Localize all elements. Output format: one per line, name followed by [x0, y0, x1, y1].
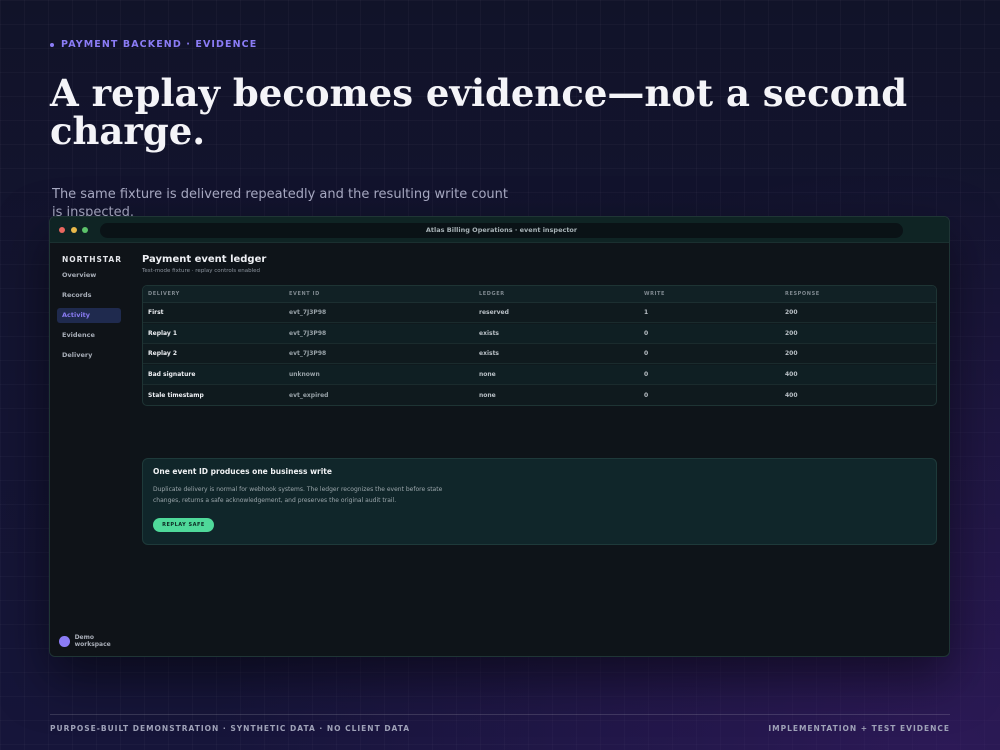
page-subtitle: Test-mode fixture · replay controls enab… — [142, 268, 261, 274]
app-window: Atlas Billing Operations · event inspect… — [49, 216, 950, 657]
sidebar-item-activity[interactable]: Activity — [57, 308, 121, 323]
maximize-window-button[interactable] — [82, 227, 88, 233]
cell-write: 0 — [644, 371, 649, 378]
page-title: Payment event ledger — [142, 254, 267, 265]
window-titlebar: Atlas Billing Operations · event inspect… — [50, 217, 949, 243]
cell-ledger: reserved — [479, 309, 509, 316]
footer-disclaimer: PURPOSE-BUILT DEMONSTRATION · SYNTHETIC … — [50, 724, 411, 733]
table-row[interactable]: Replay 1 evt_7J3P98 exists 0 200 — [143, 324, 936, 344]
callout-body: Duplicate delivery is normal for webhook… — [153, 486, 443, 504]
close-window-button[interactable] — [59, 227, 65, 233]
cell-ledger: exists — [479, 350, 500, 357]
cell-delivery: Stale timestamp — [148, 392, 204, 399]
replay-safe-badge: REPLAY SAFE — [153, 518, 214, 532]
table-row[interactable]: Replay 2 evt_7J3P98 exists 0 200 — [143, 344, 936, 364]
event-ledger-table: DELIVERY EVENT ID LEDGER WRITE RESPONSE … — [142, 285, 937, 406]
cell-delivery: Replay 1 — [148, 330, 178, 337]
eyebrow-dot — [50, 42, 54, 47]
cell-event-id: evt_7J3P98 — [289, 350, 327, 357]
workspace-switcher[interactable]: Demo workspace — [59, 634, 130, 648]
column-header-event-id[interactable]: EVENT ID — [289, 286, 320, 303]
brand-logo: NORTHSTAR — [62, 255, 122, 264]
cell-write: 0 — [644, 350, 649, 357]
evidence-callout: One event ID produces one business write… — [142, 458, 937, 545]
window-title-bar[interactable]: Atlas Billing Operations · event inspect… — [100, 223, 903, 238]
column-header-ledger[interactable]: LEDGER — [479, 286, 505, 303]
cell-write: 1 — [644, 309, 649, 316]
cell-delivery: First — [148, 309, 164, 316]
column-header-write[interactable]: WRITE — [644, 286, 665, 303]
sidebar: NORTHSTAR Overview Records Activity Evid… — [50, 243, 130, 656]
cell-event-id: evt_7J3P98 — [289, 330, 327, 337]
cell-delivery: Bad signature — [148, 371, 196, 378]
cell-response: 400 — [785, 371, 798, 378]
workspace-label: Demo workspace — [74, 634, 111, 648]
callout-title: One event ID produces one business write — [153, 467, 332, 476]
table-row[interactable]: Bad signature unknown none 0 400 — [143, 365, 936, 385]
cell-event-id: evt_expired — [289, 392, 329, 399]
sidebar-item-records[interactable]: Records — [57, 288, 121, 303]
cell-ledger: none — [479, 371, 496, 378]
column-header-delivery[interactable]: DELIVERY — [148, 286, 180, 303]
cell-write: 0 — [644, 330, 649, 337]
cell-event-id: evt_7J3P98 — [289, 309, 327, 316]
eyebrow-label: PAYMENT BACKEND · EVIDENCE — [61, 39, 258, 50]
table-row[interactable]: First evt_7J3P98 reserved 1 200 — [143, 303, 936, 323]
cell-ledger: exists — [479, 330, 500, 337]
cell-response: 200 — [785, 350, 798, 357]
minimize-window-button[interactable] — [71, 227, 77, 233]
cell-event-id: unknown — [289, 371, 320, 378]
sidebar-item-delivery[interactable]: Delivery — [57, 348, 121, 363]
cell-response: 200 — [785, 330, 798, 337]
footer-divider — [50, 714, 950, 715]
workspace-avatar — [59, 635, 70, 647]
cell-delivery: Replay 2 — [148, 350, 178, 357]
cell-ledger: none — [479, 392, 496, 399]
table-row[interactable]: Stale timestamp evt_expired none 0 400 — [143, 386, 936, 405]
cell-response: 400 — [785, 392, 798, 399]
footer-tagline: IMPLEMENTATION + TEST EVIDENCE — [768, 724, 950, 733]
table-header: DELIVERY EVENT ID LEDGER WRITE RESPONSE — [143, 286, 936, 303]
eyebrow: PAYMENT BACKEND · EVIDENCE — [50, 39, 257, 50]
sidebar-item-overview[interactable]: Overview — [57, 268, 121, 283]
column-header-response[interactable]: RESPONSE — [785, 286, 820, 303]
slide-lede: The same fixture is delivered repeatedly… — [52, 187, 508, 218]
slide-headline: A replay becomes evidence—not a second c… — [50, 71, 908, 153]
cell-response: 200 — [785, 309, 798, 316]
sidebar-item-evidence[interactable]: Evidence — [57, 328, 121, 343]
cell-write: 0 — [644, 392, 649, 399]
